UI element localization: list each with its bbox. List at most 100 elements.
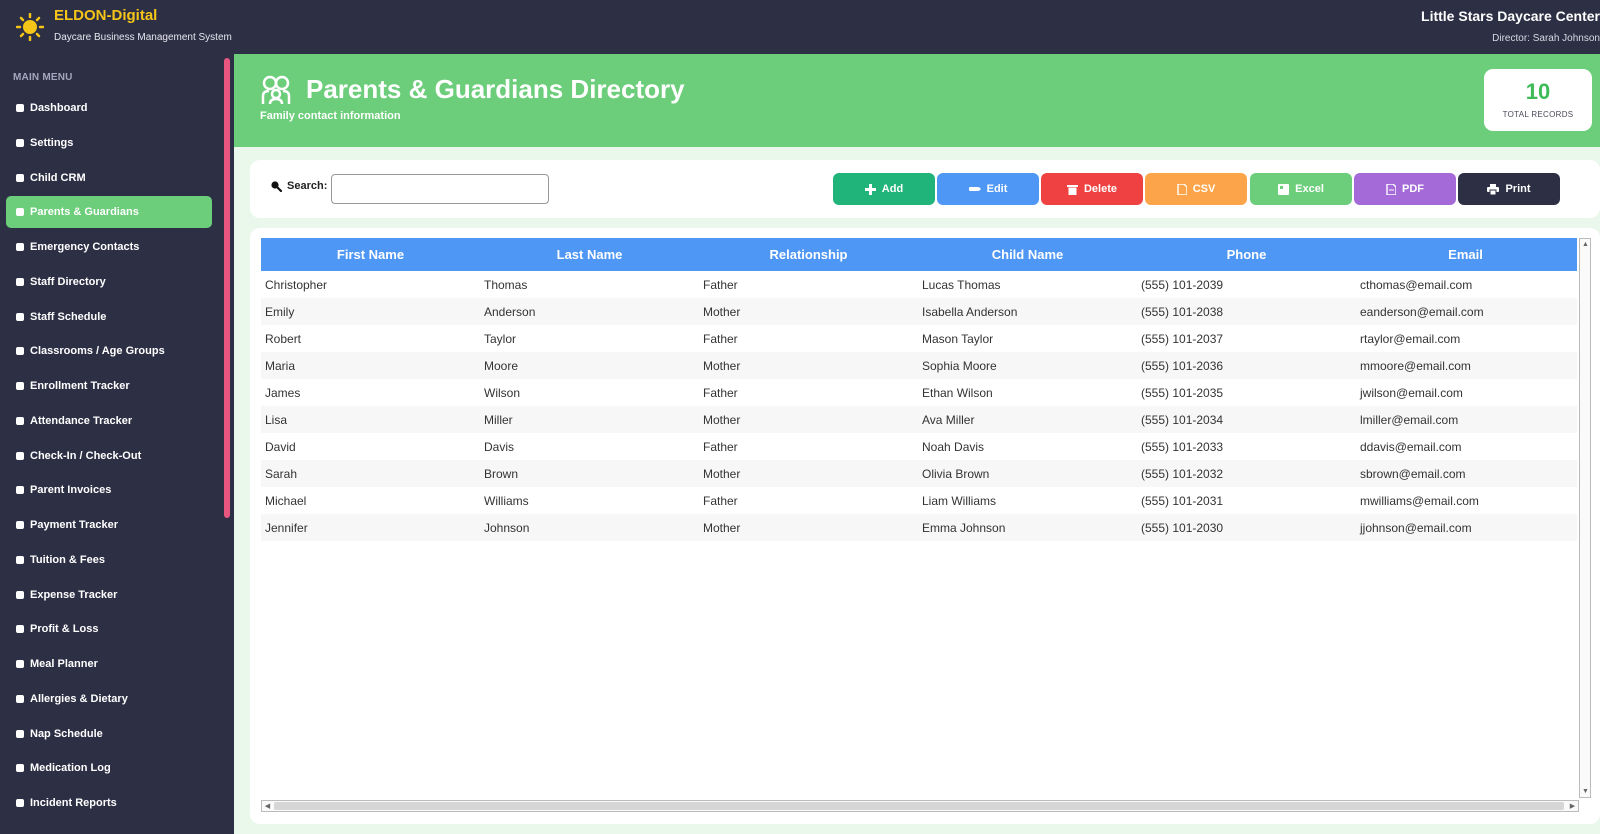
sidebar-item-parents-guardians[interactable]: Parents & Guardians [6,196,212,229]
sidebar-item-enrollment-tracker[interactable]: Enrollment Tracker [6,370,212,402]
scroll-right-icon[interactable]: ▶ [1568,802,1577,811]
director-name: Director: Sarah Johnson [1492,33,1600,44]
table-cell: Mother [703,466,741,481]
button-label: Excel [1295,183,1324,195]
column-header-email[interactable]: Email [1356,238,1575,271]
sidebar-item-emergency-contacts[interactable]: Emergency Contacts [6,231,212,263]
sidebar-item-classrooms-age-groups[interactable]: Classrooms / Age Groups [6,335,212,367]
sidebar-item-label: Settings [30,136,74,149]
table-row[interactable]: Sarah Brown Mother Olivia Brown (555) 101-20… [261,460,1577,487]
pdf-button[interactable]: PDF [1354,173,1456,205]
add-button[interactable]: Add [833,173,935,205]
table-cell: (555) 101-2038 [1141,304,1224,319]
table-row[interactable]: Maria Moore Mother Sophia Moore (555) 101-20… [261,352,1577,379]
table-cell: Lisa [265,412,288,427]
table-cell: Father [703,385,738,400]
table-cell: cthomas@email.com [1360,277,1473,292]
search-label-text: Search: [287,180,328,192]
table-cell: jwilson@email.com [1360,385,1463,400]
family-icon [261,75,291,105]
table-cell: Olivia Brown [922,466,990,481]
table-cell: Liam Williams [922,493,997,508]
search-input[interactable] [331,174,549,204]
table-cell: (555) 101-2036 [1141,358,1224,373]
excel-button[interactable]: Excel [1250,173,1352,205]
sidebar-item-check-in-check-out[interactable]: Check-In / Check-Out [6,440,212,472]
table-cell: Williams [484,493,529,508]
sidebar-item-meal-planner[interactable]: Meal Planner [6,648,212,680]
total-records-card: 10 TOTAL RECORDS [1484,69,1592,131]
table-row[interactable]: Lisa Miller Mother Ava Miller (555) 101-2034… [261,406,1577,433]
table-row[interactable]: James Wilson Father Ethan Wilson (555) 101-2… [261,379,1577,406]
horizontal-scrollbar[interactable]: ◀ ▶ [261,800,1579,812]
vertical-scrollbar[interactable]: ▲ ▼ [1579,238,1591,798]
table-cell: eanderson@email.com [1360,304,1484,319]
center-name: Little Stars Daycare Center [1421,8,1600,24]
sidebar-item-label: Parent Invoices [30,484,112,497]
sidebar-item-profit-loss[interactable]: Profit & Loss [6,613,212,645]
table-row[interactable]: Michael Williams Father Liam Williams (555) … [261,487,1577,514]
meal-icon [14,659,25,670]
sidebar-item-dashboard[interactable]: Dashboard [6,92,212,124]
sidebar-item-staff-schedule[interactable]: Staff Schedule [6,301,212,333]
sidebar-item-payment-tracker[interactable]: Payment Tracker [6,509,212,541]
sidebar-item-incident-reports[interactable]: Incident Reports [6,787,212,819]
csv-button[interactable]: CSV [1145,173,1247,205]
table-row[interactable]: Robert Taylor Father Mason Taylor (555) 101-… [261,325,1577,352]
report-icon [14,798,25,809]
table-header: First Name Last Name Relationship Child Nam… [261,238,1577,271]
sidebar-item-tuition-fees[interactable]: Tuition & Fees [6,544,212,576]
sidebar-scrollbar[interactable] [224,58,230,518]
table-cell: Isabella Anderson [922,304,1018,319]
table-row[interactable]: Emily Anderson Mother Isabella Anderson (555… [261,298,1577,325]
table-cell: Anderson [484,304,536,319]
column-header-first-name[interactable]: First Name [261,238,480,271]
scroll-up-icon[interactable]: ▲ [1581,240,1590,249]
main-menu-title: MAIN MENU [13,72,73,83]
table-cell: (555) 101-2030 [1141,520,1224,535]
sidebar-item-allergies-dietary[interactable]: Allergies & Dietary [6,683,212,715]
sidebar-item-expense-tracker[interactable]: Expense Tracker [6,579,212,611]
main-content: Parents & Guardians Directory Family con… [234,54,1600,834]
horizontal-scroll-thumb[interactable] [274,802,1564,810]
table-row[interactable]: Christopher Thomas Father Lucas Thomas (555)… [261,271,1577,298]
scroll-down-icon[interactable]: ▼ [1581,787,1590,796]
button-label: Print [1505,183,1531,195]
table-row[interactable]: David Davis Father Noah Davis (555) 101-2033… [261,433,1577,460]
table-cell: sbrown@email.com [1360,466,1466,481]
table-cell: Taylor [484,331,517,346]
page-header: Parents & Guardians Directory Family con… [234,54,1600,147]
scroll-left-icon[interactable]: ◀ [263,802,272,811]
edit-button[interactable]: Edit [937,173,1039,205]
table-cell: Sarah [265,466,298,481]
column-header-child-name[interactable]: Child Name [918,238,1137,271]
file-icon [1176,183,1187,195]
column-header-phone[interactable]: Phone [1137,238,1356,271]
column-header-relationship[interactable]: Relationship [699,238,918,271]
printer-icon [1487,183,1500,195]
school-icon [14,346,25,357]
total-records-label: TOTAL RECORDS [1502,110,1574,119]
sidebar-item-medication-log[interactable]: Medication Log [6,752,212,784]
spreadsheet-icon [1278,183,1290,195]
sidebar-item-parent-invoices[interactable]: Parent Invoices [6,474,212,506]
chart-icon [14,624,25,635]
table-cell: Mother [703,358,741,373]
print-button[interactable]: Print [1458,173,1560,205]
table-row[interactable]: Jennifer Johnson Mother Emma Johnson (555) 1… [261,514,1577,541]
table-cell: (555) 101-2033 [1141,439,1224,454]
sidebar-item-nap-schedule[interactable]: Nap Schedule [6,718,212,750]
sidebar-item-staff-directory[interactable]: Staff Directory [6,266,212,298]
warning-icon [14,693,25,704]
table-cell: mwilliams@email.com [1360,493,1479,508]
column-header-last-name[interactable]: Last Name [480,238,699,271]
delete-button[interactable]: Delete [1041,173,1143,205]
sidebar-item-child-crm[interactable]: Child CRM [6,162,212,194]
child-icon [14,172,25,183]
home-icon [14,103,25,114]
sidebar-item-settings[interactable]: Settings [6,127,212,159]
table-cell: lmiller@email.com [1360,412,1459,427]
total-records-count: 10 [1525,79,1551,104]
table-cell: Emily [265,304,295,319]
sidebar-item-attendance-tracker[interactable]: Attendance Tracker [6,405,212,437]
